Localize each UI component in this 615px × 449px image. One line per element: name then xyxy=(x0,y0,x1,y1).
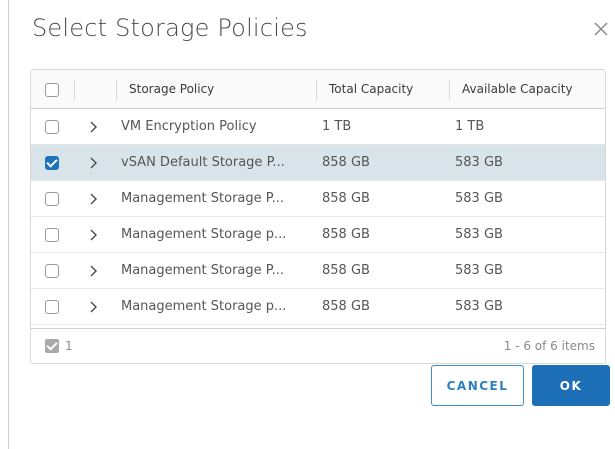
total-capacity-cell: 858 GB xyxy=(322,155,370,170)
table-row[interactable]: vSAN Default Storage P... 858 GB 583 GB xyxy=(31,145,605,181)
selected-count: 1 xyxy=(65,339,73,353)
grid-footer: 1 1 - 6 of 6 items xyxy=(31,328,605,363)
total-capacity-cell: 1 TB xyxy=(322,119,352,134)
select-storage-policies-dialog: Select Storage Policies Storage Policy T… xyxy=(0,0,615,449)
policy-name-cell: Management Storage P... xyxy=(121,263,284,278)
row-checkbox[interactable] xyxy=(45,156,59,170)
grid-header-row: Storage Policy Total Capacity Available … xyxy=(31,70,605,109)
column-separator xyxy=(74,80,75,100)
total-capacity-cell: 858 GB xyxy=(322,299,370,314)
pagination-text: 1 - 6 of 6 items xyxy=(503,339,595,353)
policy-name-cell: Management Storage P... xyxy=(121,191,284,206)
cancel-button[interactable]: CANCEL xyxy=(431,365,524,406)
policy-name-cell: vSAN Default Storage P... xyxy=(121,155,285,170)
column-header-total-capacity[interactable]: Total Capacity xyxy=(329,70,449,108)
chevron-right-icon[interactable] xyxy=(89,156,99,170)
selected-count-checkbox-icon xyxy=(45,339,59,353)
row-checkbox[interactable] xyxy=(45,192,59,206)
storage-policy-grid: Storage Policy Total Capacity Available … xyxy=(30,69,606,364)
dialog-title: Select Storage Policies xyxy=(32,14,308,42)
available-capacity-cell: 583 GB xyxy=(455,155,503,170)
policy-name-cell: Management Storage p... xyxy=(121,227,287,242)
table-row[interactable]: Management Storage P... 858 GB 583 GB xyxy=(31,253,605,289)
total-capacity-cell: 858 GB xyxy=(322,191,370,206)
available-capacity-cell: 583 GB xyxy=(455,299,503,314)
available-capacity-cell: 583 GB xyxy=(455,227,503,242)
row-checkbox[interactable] xyxy=(45,228,59,242)
dialog-left-border xyxy=(8,0,9,449)
column-separator xyxy=(316,80,317,100)
table-row[interactable]: Management Storage p... 858 GB 583 GB xyxy=(31,217,605,253)
available-capacity-cell: 583 GB xyxy=(455,263,503,278)
available-capacity-cell: 583 GB xyxy=(455,191,503,206)
select-all-checkbox[interactable] xyxy=(45,83,59,97)
chevron-right-icon[interactable] xyxy=(89,192,99,206)
table-row[interactable]: Management Storage p... 858 GB 583 GB xyxy=(31,289,605,325)
column-separator xyxy=(116,80,117,100)
total-capacity-cell: 858 GB xyxy=(322,227,370,242)
row-checkbox[interactable] xyxy=(45,264,59,278)
table-row[interactable]: VM Encryption Policy 1 TB 1 TB xyxy=(31,109,605,145)
row-checkbox[interactable] xyxy=(45,120,59,134)
chevron-right-icon[interactable] xyxy=(89,228,99,242)
column-header-storage-policy[interactable]: Storage Policy xyxy=(129,70,309,108)
policy-name-cell: Management Storage p... xyxy=(121,299,287,314)
available-capacity-cell: 1 TB xyxy=(455,119,485,134)
chevron-right-icon[interactable] xyxy=(89,120,99,134)
ok-button[interactable]: OK xyxy=(532,365,610,406)
total-capacity-cell: 858 GB xyxy=(322,263,370,278)
row-checkbox[interactable] xyxy=(45,300,59,314)
policy-name-cell: VM Encryption Policy xyxy=(121,119,257,134)
column-separator xyxy=(449,80,450,100)
chevron-right-icon[interactable] xyxy=(89,264,99,278)
chevron-right-icon[interactable] xyxy=(89,300,99,314)
table-row[interactable]: Management Storage P... 858 GB 583 GB xyxy=(31,181,605,217)
close-icon[interactable] xyxy=(592,20,610,38)
column-header-available-capacity[interactable]: Available Capacity xyxy=(462,70,602,108)
